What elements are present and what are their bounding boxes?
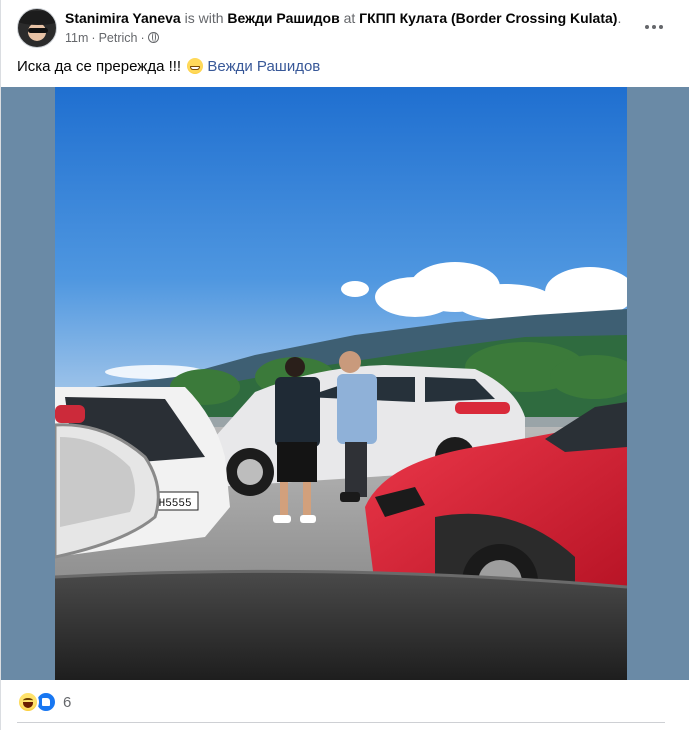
post-title-line: Stanimira Yaneva is with Вежди Рашидов a… xyxy=(65,10,621,27)
photo-illustration: PH5555 xyxy=(55,87,627,680)
more-options-button[interactable] xyxy=(636,12,672,42)
grinning-face-emoji xyxy=(187,58,204,74)
message-tag-link[interactable]: Вежди Рашидов xyxy=(207,58,320,75)
more-dot xyxy=(652,25,656,29)
reaction-summary[interactable]: 6 xyxy=(17,691,71,713)
reaction-count[interactable]: 6 xyxy=(63,694,71,711)
with-text: is with xyxy=(184,10,224,26)
avatar-glasses xyxy=(28,28,48,33)
location-link[interactable]: ГКПП Кулата (Border Crossing Kulata) xyxy=(359,10,617,26)
at-text: at xyxy=(343,10,356,26)
haha-icon xyxy=(17,691,39,713)
dashboard xyxy=(55,571,627,680)
divider xyxy=(17,722,665,723)
more-dot xyxy=(659,25,663,29)
post-message: Иска да се прережда !!! Вежди Рашидов xyxy=(17,57,320,77)
post-time[interactable]: 11m xyxy=(65,31,88,45)
post-header: Stanimira Yaneva is with Вежди Рашидов a… xyxy=(1,0,689,50)
photo-container[interactable]: PH5555 xyxy=(1,87,689,680)
facebook-post: Stanimira Yaneva is with Вежди Рашидов a… xyxy=(0,0,689,730)
message-text: Иска да се прережда !!! xyxy=(17,58,182,75)
post-meta: 11m · Petrich · xyxy=(65,30,159,46)
more-dot xyxy=(645,25,649,29)
post-photo[interactable]: PH5555 xyxy=(55,87,627,680)
post-place[interactable]: Petrich xyxy=(99,31,138,45)
avatar-hat xyxy=(18,11,56,25)
location-suffix: . xyxy=(617,10,622,26)
globe-icon xyxy=(147,32,159,43)
author-name[interactable]: Stanimira Yaneva xyxy=(65,10,181,26)
tagged-person[interactable]: Вежди Рашидов xyxy=(227,10,339,26)
author-avatar[interactable] xyxy=(17,8,57,48)
